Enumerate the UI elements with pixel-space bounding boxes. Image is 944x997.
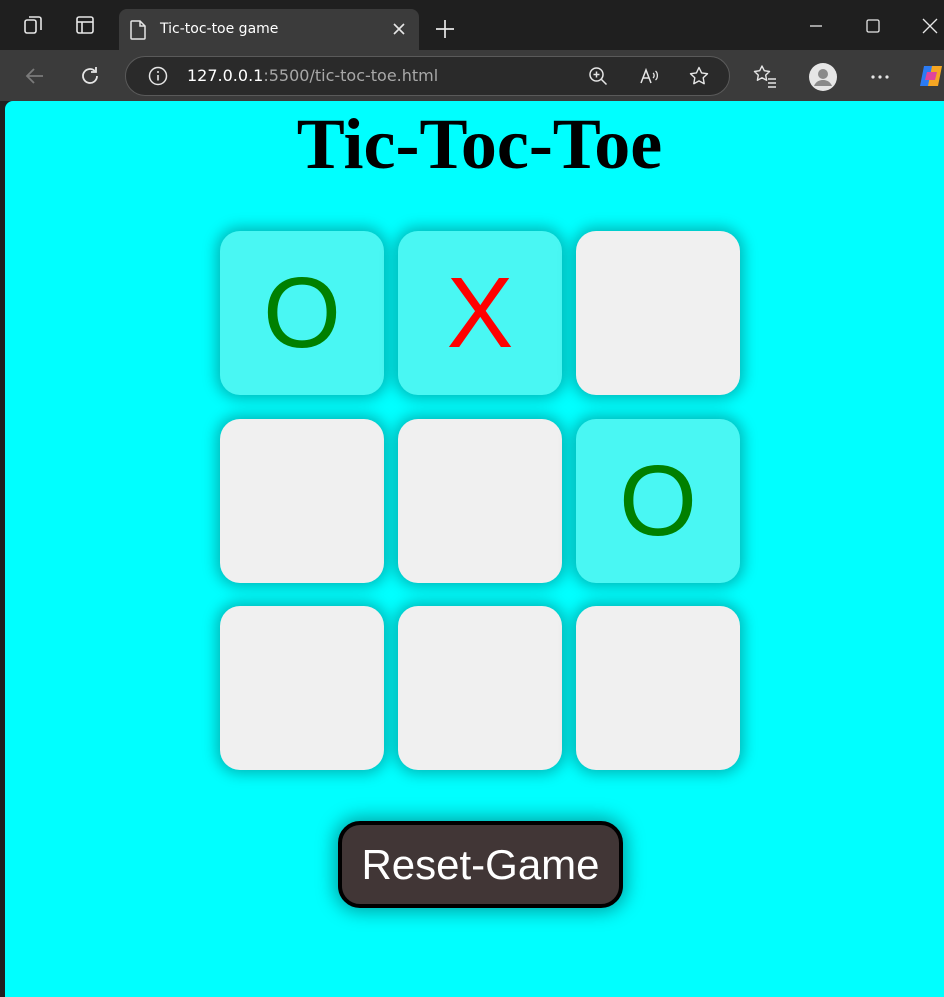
active-tab[interactable]: Tic-toc-toe game	[119, 9, 419, 50]
page-viewport: Tic-Toc-Toe O X O Reset-Game	[5, 101, 944, 997]
reset-game-button[interactable]: Reset-Game	[338, 821, 623, 908]
page-icon	[130, 20, 146, 40]
board-cell[interactable]: O	[220, 231, 384, 395]
read-aloud-icon[interactable]	[638, 65, 660, 87]
back-icon[interactable]	[22, 63, 48, 89]
workspaces-icon[interactable]	[22, 14, 44, 36]
copilot-icon[interactable]	[918, 62, 944, 90]
browser-toolbar: 127.0.0.1:5500/tic-toc-toe.html	[0, 50, 944, 101]
address-bar[interactable]: 127.0.0.1:5500/tic-toc-toe.html	[125, 56, 730, 96]
board-cell[interactable]	[398, 606, 562, 770]
profile-avatar-icon[interactable]	[808, 62, 837, 91]
board-cell[interactable]	[398, 419, 562, 583]
browser-titlebar: Tic-toc-toe game	[0, 0, 944, 50]
url-path: :5500/tic-toc-toe.html	[263, 66, 439, 85]
board-cell[interactable]	[220, 606, 384, 770]
board-cell[interactable]	[576, 231, 740, 395]
favorites-icon[interactable]	[751, 62, 779, 90]
board-cell[interactable]: O	[576, 419, 740, 583]
new-tab-icon[interactable]	[433, 17, 457, 41]
board-cell[interactable]	[576, 606, 740, 770]
board-cell[interactable]: X	[398, 231, 562, 395]
refresh-icon[interactable]	[77, 63, 103, 89]
page-title: Tic-Toc-Toe	[296, 104, 663, 184]
maximize-icon[interactable]	[863, 16, 883, 36]
close-window-icon[interactable]	[920, 16, 940, 36]
url-host: 127.0.0.1	[187, 66, 264, 85]
board-cell[interactable]	[220, 419, 384, 583]
more-menu-icon[interactable]	[866, 62, 894, 90]
close-tab-icon[interactable]	[391, 21, 407, 37]
minimize-icon[interactable]	[806, 16, 826, 36]
zoom-icon[interactable]	[587, 65, 609, 87]
tab-title: Tic-toc-toe game	[160, 21, 279, 37]
url-text[interactable]: 127.0.0.1:5500/tic-toc-toe.html	[187, 66, 438, 85]
site-info-icon[interactable]	[147, 65, 169, 87]
vertical-tabs-icon[interactable]	[74, 14, 96, 36]
favorite-star-icon[interactable]	[688, 65, 710, 87]
